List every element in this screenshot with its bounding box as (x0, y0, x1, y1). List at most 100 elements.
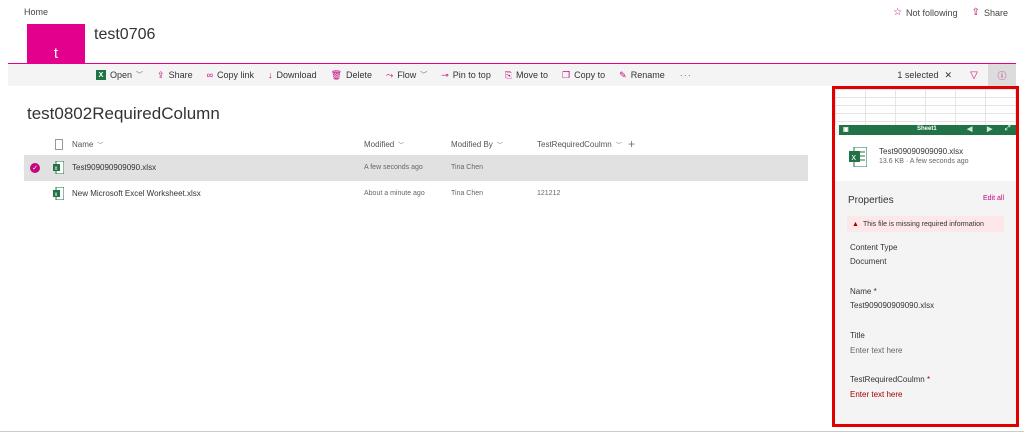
table-row[interactable]: ✓ x Test909090909090.xlsx A few seconds … (24, 155, 808, 181)
file-card: x Test909090909090.xlsx 13.6 KB · A few … (835, 135, 1016, 181)
sheet-name[interactable]: Sheet1 (917, 126, 937, 132)
trash-icon: 🗑 (330, 69, 343, 80)
command-bar-right: 1 selected ✕ ▽ ⓘ (889, 64, 1016, 86)
filter-icon: ▽ (970, 69, 978, 81)
home-link[interactable]: Home (24, 7, 48, 17)
content-type-value[interactable]: Document (850, 257, 886, 266)
required-label-text: TestRequiredCoulmn (850, 375, 925, 384)
required-column-field[interactable]: Enter text here (850, 390, 902, 399)
link-icon: ∞ (206, 70, 214, 80)
column-modified[interactable]: Modified ﹀ (364, 140, 404, 149)
open-button[interactable]: X Open ﹀ (8, 64, 150, 86)
top-actions: ☆ Not following ⇪ Share (893, 7, 1008, 18)
excel-icon: ▣ (843, 127, 849, 133)
open-label: Open (110, 70, 133, 80)
required-marker: * (926, 375, 931, 384)
chevron-down-icon: ﹀ (398, 143, 405, 149)
move-icon: ⎘ (504, 69, 513, 80)
missing-info-warning: ▲ This file is missing required informat… (847, 216, 1004, 232)
column-name-label: Name (72, 140, 94, 149)
chevron-down-icon: ﹀ (97, 143, 104, 149)
details-file-name: Test909090909090.xlsx (879, 147, 964, 156)
pencil-icon: ✎ (619, 69, 627, 80)
add-column-button[interactable]: + (628, 137, 635, 151)
share-site-button[interactable]: ⇪ Share (972, 7, 1008, 18)
copy-link-label: Copy link (217, 70, 255, 80)
edit-all-link[interactable]: Edit all (983, 195, 1004, 202)
column-modified-label: Modified (364, 140, 395, 149)
copy-to-label: Copy to (574, 70, 606, 80)
column-modified-by-label: Modified By (451, 140, 493, 149)
info-pane-button[interactable]: ⓘ (988, 64, 1016, 86)
selected-label: 1 selected (897, 70, 939, 80)
command-bar: X Open ﹀ ⇪ Share ∞ Copy link ↓ Download … (8, 64, 1016, 86)
filter-button[interactable]: ▽ (960, 64, 988, 86)
share-icon: ⇪ (157, 69, 165, 80)
rename-button[interactable]: ✎ Rename (612, 64, 672, 86)
file-preview[interactable] (835, 89, 1016, 125)
svg-text:x: x (55, 192, 58, 198)
file-type-icon[interactable] (55, 139, 63, 150)
chevron-down-icon: ﹀ (496, 143, 503, 149)
flow-icon: ⤳ (386, 69, 394, 80)
close-icon[interactable]: ✕ (944, 70, 952, 81)
column-required[interactable]: TestRequiredCoulmn ﹀ (537, 140, 622, 149)
expand-icon[interactable]: ⤢ (1005, 125, 1011, 133)
star-icon: ☆ (893, 7, 903, 18)
properties-heading: Properties (848, 195, 894, 206)
copy-link-button[interactable]: ∞ Copy link (200, 64, 261, 86)
svg-text:x: x (55, 166, 58, 172)
copy-to-button[interactable]: ❐ Copy to (555, 64, 612, 86)
pin-to-top-label: Pin to top (452, 70, 491, 80)
title-field[interactable]: Enter text here (850, 346, 902, 355)
content-type-label: Content Type (850, 243, 898, 252)
prev-sheet-icon[interactable]: ◀ (967, 125, 972, 133)
info-icon: ⓘ (997, 70, 1007, 81)
site-title[interactable]: test0706 (94, 26, 155, 44)
share-icon: ⇪ (971, 7, 980, 18)
column-name[interactable]: Name ﹀ (72, 140, 103, 149)
delete-label: Delete (346, 70, 373, 80)
next-sheet-icon[interactable]: ▶ (987, 125, 992, 133)
share-label: Share (168, 70, 193, 80)
checkmark-icon[interactable]: ✓ (30, 163, 40, 173)
details-pane: ▣ Sheet1 ◀ ▶ ⤢ x Test909090909090.xlsx 1… (832, 86, 1019, 427)
not-following-button[interactable]: ☆ Not following (893, 7, 958, 18)
download-label: Download (276, 70, 317, 80)
sharepoint-page: Home ☆ Not following ⇪ Share t test0706 … (0, 0, 1024, 434)
flow-label: Flow (397, 70, 417, 80)
excel-file-icon: x (53, 187, 64, 200)
rename-label: Rename (630, 70, 665, 80)
share-site-label: Share (983, 7, 1008, 18)
share-button[interactable]: ⇪ Share (150, 64, 200, 86)
name-field[interactable]: Test909090909090.xlsx (850, 301, 934, 310)
bottom-divider (0, 431, 1024, 432)
modified-by-cell[interactable]: Tina Chen (451, 164, 483, 171)
title-label: Title (850, 331, 865, 340)
pin-to-top-button[interactable]: ⊸ Pin to top (434, 64, 498, 86)
list-header: Name ﹀ Modified ﹀ Modified By ﹀ TestRequ… (24, 137, 810, 155)
file-name[interactable]: Test909090909090.xlsx (72, 163, 156, 172)
pin-icon: ⊸ (441, 69, 449, 80)
sheet-bar: ▣ Sheet1 ◀ ▶ ⤢ (839, 125, 1016, 135)
download-button[interactable]: ↓ Download (261, 64, 324, 86)
table-row[interactable]: x New Microsoft Excel Worksheet.xlsx Abo… (24, 181, 808, 207)
modified-by-cell[interactable]: Tina Chen (451, 190, 483, 197)
selection-count[interactable]: 1 selected ✕ (889, 70, 960, 81)
delete-button[interactable]: 🗑 Delete (324, 64, 379, 86)
move-to-label: Move to (516, 70, 549, 80)
library-title: test0802RequiredColumn (27, 104, 220, 123)
excel-file-icon: x (849, 147, 867, 167)
column-modified-by[interactable]: Modified By ﹀ (451, 140, 503, 149)
modified-cell: A few seconds ago (364, 164, 423, 171)
chevron-down-icon: ﹀ (615, 143, 622, 149)
chevron-down-icon: ﹀ (420, 72, 428, 79)
move-to-button[interactable]: ⎘ Move to (498, 64, 555, 86)
flow-button[interactable]: ⤳ Flow ﹀ (379, 64, 434, 86)
file-name[interactable]: New Microsoft Excel Worksheet.xlsx (72, 189, 201, 198)
more-actions-button[interactable]: ··· (672, 64, 700, 86)
download-icon: ↓ (268, 70, 273, 80)
modified-cell: About a minute ago (364, 190, 425, 197)
excel-icon: X (96, 70, 106, 80)
copy-icon: ❐ (562, 69, 571, 80)
